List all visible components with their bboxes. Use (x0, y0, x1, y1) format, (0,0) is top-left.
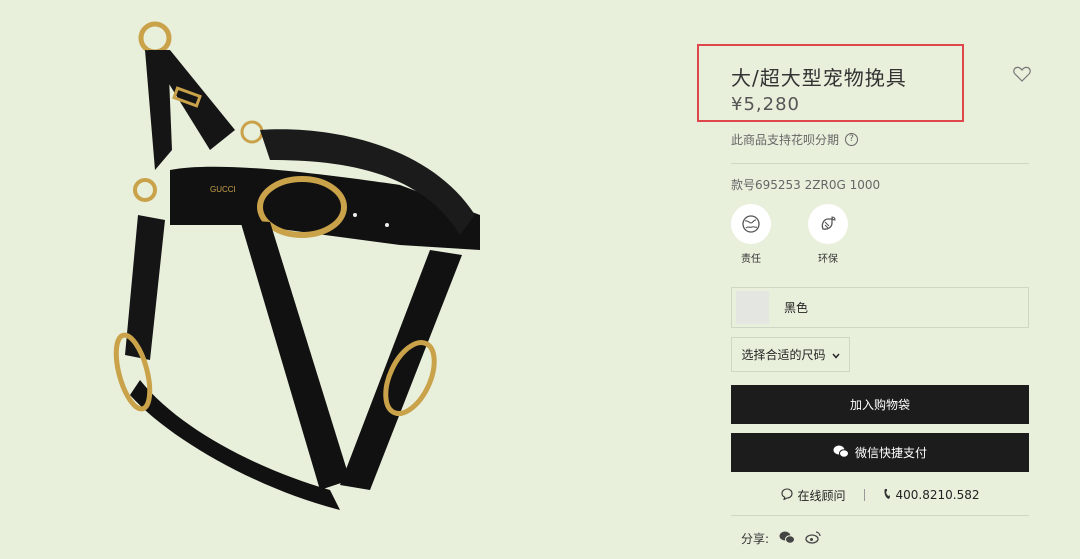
online-advisor-label: 在线顾问 (797, 488, 846, 503)
phone-icon (883, 488, 891, 503)
badge-responsibility[interactable]: 责任 (731, 204, 771, 265)
size-label: 选择合适的尺码 (741, 348, 826, 362)
wechat-pay-button[interactable]: 微信快捷支付 (731, 433, 1029, 472)
share-label: 分享: (741, 532, 770, 546)
badge-eco[interactable]: 环保 (808, 204, 848, 265)
size-dropdown[interactable]: 选择合适的尺码 (731, 337, 850, 372)
divider (731, 163, 1029, 164)
divider (731, 515, 1029, 516)
product-price: ¥5,280 (731, 94, 800, 115)
product-sku: 款号695253 2ZR0G 1000 (731, 178, 881, 192)
share-row: 分享: (741, 530, 821, 547)
heart-icon[interactable] (1013, 66, 1031, 82)
contact-row: 在线顾问 400.8210.582 (731, 487, 1029, 503)
color-label: 黑色 (784, 301, 809, 315)
brand-logo: GUCCI (210, 185, 236, 194)
color-selector[interactable]: 黑色 (731, 287, 1029, 328)
installment-text: 此商品支持花呗分期 (731, 133, 840, 147)
phone-number: 400.8210.582 (895, 488, 980, 502)
separator (863, 489, 865, 501)
leaf-recycle-icon (808, 204, 848, 244)
installment-info: 此商品支持花呗分期 ? (731, 131, 859, 148)
globe-icon (731, 204, 771, 244)
wechat-pay-label: 微信快捷支付 (854, 446, 927, 460)
wechat-icon (833, 445, 849, 461)
chevron-down-icon (831, 348, 840, 362)
badge-label: 责任 (741, 254, 761, 265)
add-to-bag-label: 加入购物袋 (849, 398, 910, 412)
badge-label: 环保 (818, 254, 838, 265)
weibo-share-icon[interactable] (805, 530, 821, 547)
product-image[interactable]: GUCCI (100, 10, 500, 555)
product-title: 大/超大型宠物挽具 (731, 66, 907, 90)
product-page: GUCCI 大/超大型宠物挽具 ¥5,280 此商品支持花呗分期 ? 款号695… (0, 0, 1080, 559)
wechat-share-icon[interactable] (779, 531, 796, 547)
online-advisor-link[interactable]: 在线顾问 (780, 487, 846, 504)
chat-bubble-icon (780, 487, 793, 503)
harness-illustration: GUCCI (113, 21, 480, 510)
add-to-bag-button[interactable]: 加入购物袋 (731, 385, 1029, 424)
phone-link[interactable]: 400.8210.582 (883, 488, 980, 503)
color-swatch (736, 291, 769, 324)
help-icon[interactable]: ? (845, 133, 859, 146)
